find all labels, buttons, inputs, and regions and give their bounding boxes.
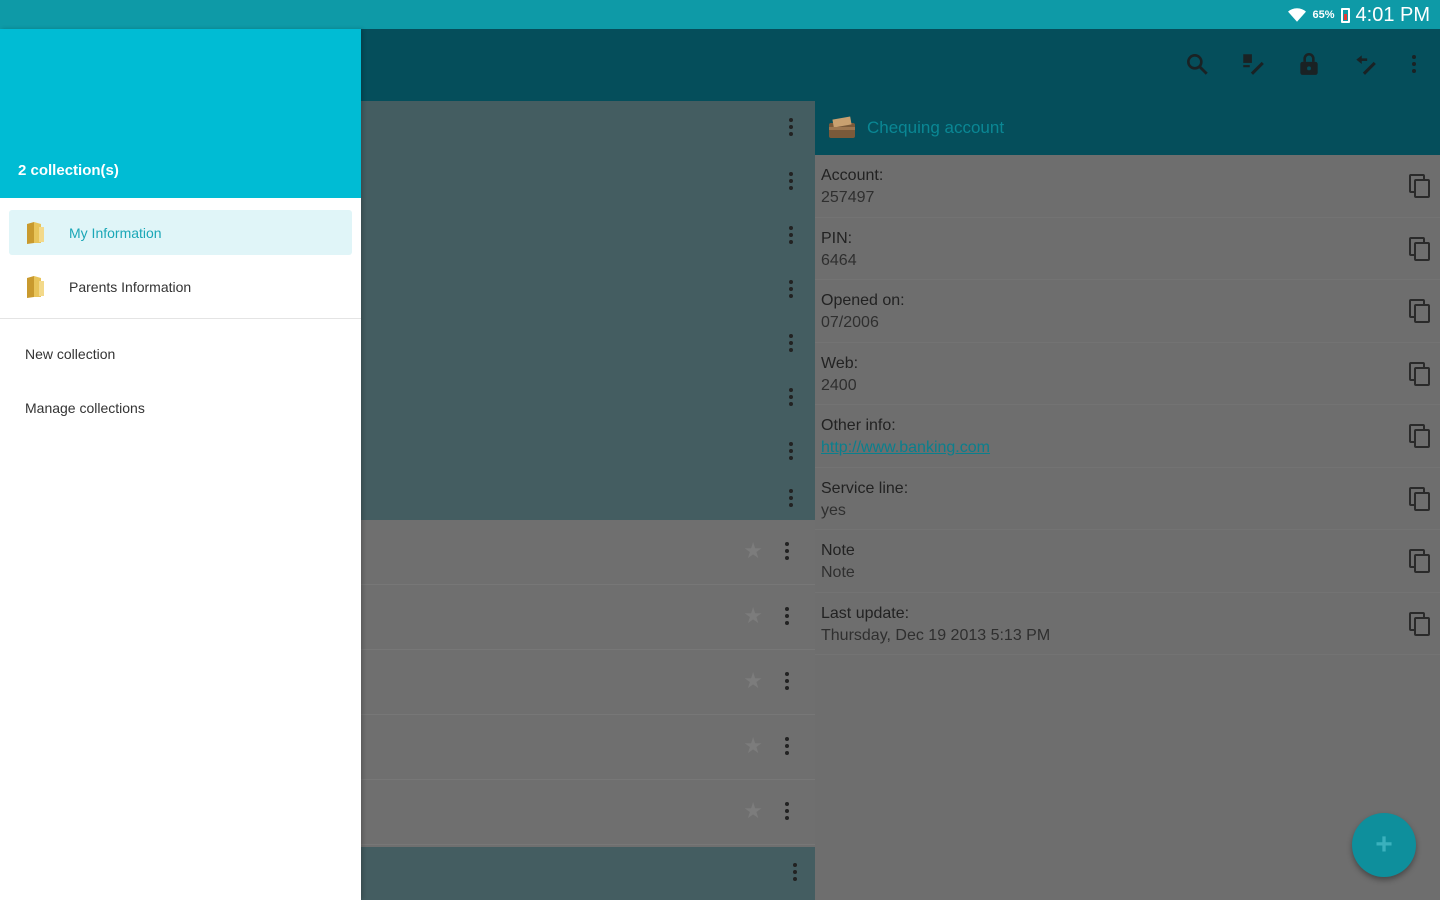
field-value: 07/2006 <box>821 314 879 331</box>
copy-icon[interactable] <box>1408 548 1432 574</box>
drawer-actions: New collection Manage collections <box>0 319 361 435</box>
field-web: Web: 2400 <box>815 343 1440 405</box>
plus-icon: + <box>1375 828 1393 861</box>
category-row[interactable] <box>361 425 815 479</box>
status-time: 4:01 PM <box>1355 3 1430 26</box>
more-vert-icon[interactable] <box>785 118 797 140</box>
field-link[interactable]: http://www.banking.com <box>821 437 1434 459</box>
more-vert-icon[interactable] <box>785 334 797 356</box>
manage-collections-button[interactable]: Manage collections <box>0 381 361 435</box>
more-vert-icon[interactable] <box>785 388 797 410</box>
battery-icon <box>1340 7 1350 23</box>
field-value: 6464 <box>821 251 857 269</box>
search-icon[interactable] <box>1184 51 1210 77</box>
copy-icon[interactable] <box>1408 486 1432 512</box>
status-bar: 65% 4:01 PM <box>0 0 1440 29</box>
category-row[interactable] <box>361 317 815 371</box>
collection-item-my-information[interactable]: My Information <box>9 210 352 255</box>
wallet-icon <box>829 116 855 138</box>
field-value: 257497 <box>821 189 875 206</box>
copy-icon[interactable] <box>1408 298 1432 324</box>
more-vert-icon[interactable] <box>781 737 793 759</box>
collection-label: My Information <box>69 224 162 241</box>
more-vert-icon[interactable] <box>793 863 797 884</box>
category-row[interactable] <box>361 155 815 209</box>
more-vert-icon[interactable] <box>1408 51 1420 77</box>
more-vert-icon[interactable] <box>781 672 793 694</box>
category-row[interactable] <box>361 479 815 520</box>
lock-icon[interactable] <box>1296 51 1322 77</box>
field-service-line: Service line: yes <box>815 468 1440 530</box>
star-icon[interactable]: ★ <box>743 670 763 692</box>
edit-icon[interactable] <box>1240 51 1266 77</box>
field-label: PIN: <box>821 229 853 247</box>
star-icon[interactable]: ★ <box>743 540 763 562</box>
field-label: Web: <box>821 354 859 372</box>
copy-icon[interactable] <box>1408 236 1432 262</box>
drawer-header: 2 collection(s) <box>0 29 361 198</box>
detail-header: Chequing account <box>815 101 1440 155</box>
star-icon[interactable]: ★ <box>743 735 763 757</box>
copy-icon[interactable] <box>1408 361 1432 387</box>
folder-icon <box>27 275 44 298</box>
battery-percentage: 65% <box>1312 9 1335 21</box>
field-value: yes <box>821 501 846 519</box>
field-last-update: Last update: Thursday, Dec 19 2013 5:13 … <box>815 593 1440 655</box>
category-row[interactable] <box>361 101 815 155</box>
collection-list: My Information Parents Information <box>0 198 361 309</box>
field-label: Service line: <box>821 479 909 497</box>
field-value: Thursday, Dec 19 2013 5:13 PM <box>821 626 1051 644</box>
more-vert-icon[interactable] <box>781 607 793 629</box>
more-vert-icon[interactable] <box>785 489 797 511</box>
collection-count: 2 collection(s) <box>18 162 119 179</box>
field-label: Opened on: <box>821 292 905 309</box>
copy-icon[interactable] <box>1408 173 1432 199</box>
entry-detail-pane: Chequing account Account: 257497 PIN: 64… <box>815 101 1440 900</box>
new-collection-button[interactable]: New collection <box>0 327 361 381</box>
list-item[interactable]: ★ <box>361 650 815 715</box>
field-value: Note <box>821 564 855 581</box>
more-vert-icon[interactable] <box>785 442 797 464</box>
detail-title: Chequing account <box>867 118 1005 137</box>
list-item[interactable]: ★ <box>361 715 815 780</box>
copy-icon[interactable] <box>1408 611 1432 637</box>
field-label: Account: <box>821 167 884 184</box>
more-vert-icon[interactable] <box>781 802 793 824</box>
field-pin: PIN: 6464 <box>815 218 1440 280</box>
navigation-drawer: 2 collection(s) My Information Parents I… <box>0 29 361 900</box>
star-icon[interactable]: ★ <box>743 800 763 822</box>
more-vert-icon[interactable] <box>785 280 797 302</box>
field-value: 2400 <box>821 376 857 394</box>
entry-list-pane: ★ ★ ★ ★ ★ <box>361 101 815 900</box>
collection-item-parents-information[interactable]: Parents Information <box>9 264 352 309</box>
field-label: Last update: <box>821 604 910 622</box>
field-label: Note <box>821 542 855 559</box>
app-toolbar <box>361 29 1440 101</box>
more-vert-icon[interactable] <box>781 542 793 564</box>
star-icon[interactable]: ★ <box>743 605 763 627</box>
collection-label: Parents Information <box>69 278 192 295</box>
wifi-icon <box>1288 8 1307 22</box>
category-row[interactable] <box>361 847 815 900</box>
list-item[interactable]: ★ <box>361 780 815 845</box>
copy-icon[interactable] <box>1408 423 1432 449</box>
add-fab-button[interactable]: + <box>1352 813 1416 877</box>
more-vert-icon[interactable] <box>785 172 797 194</box>
list-item[interactable]: ★ <box>361 520 815 585</box>
more-vert-icon[interactable] <box>785 226 797 248</box>
folder-icon <box>27 221 44 244</box>
category-row[interactable] <box>361 263 815 317</box>
list-item[interactable]: ★ <box>361 585 815 650</box>
field-label: Other info: <box>821 417 896 434</box>
field-other-info: Other info: http://www.banking.com <box>815 405 1440 468</box>
undo-edit-icon[interactable] <box>1352 51 1378 77</box>
category-row[interactable] <box>361 371 815 425</box>
category-row[interactable] <box>361 209 815 263</box>
field-note: Note Note <box>815 530 1440 593</box>
field-opened-on: Opened on: 07/2006 <box>815 280 1440 343</box>
field-account: Account: 257497 <box>815 155 1440 218</box>
